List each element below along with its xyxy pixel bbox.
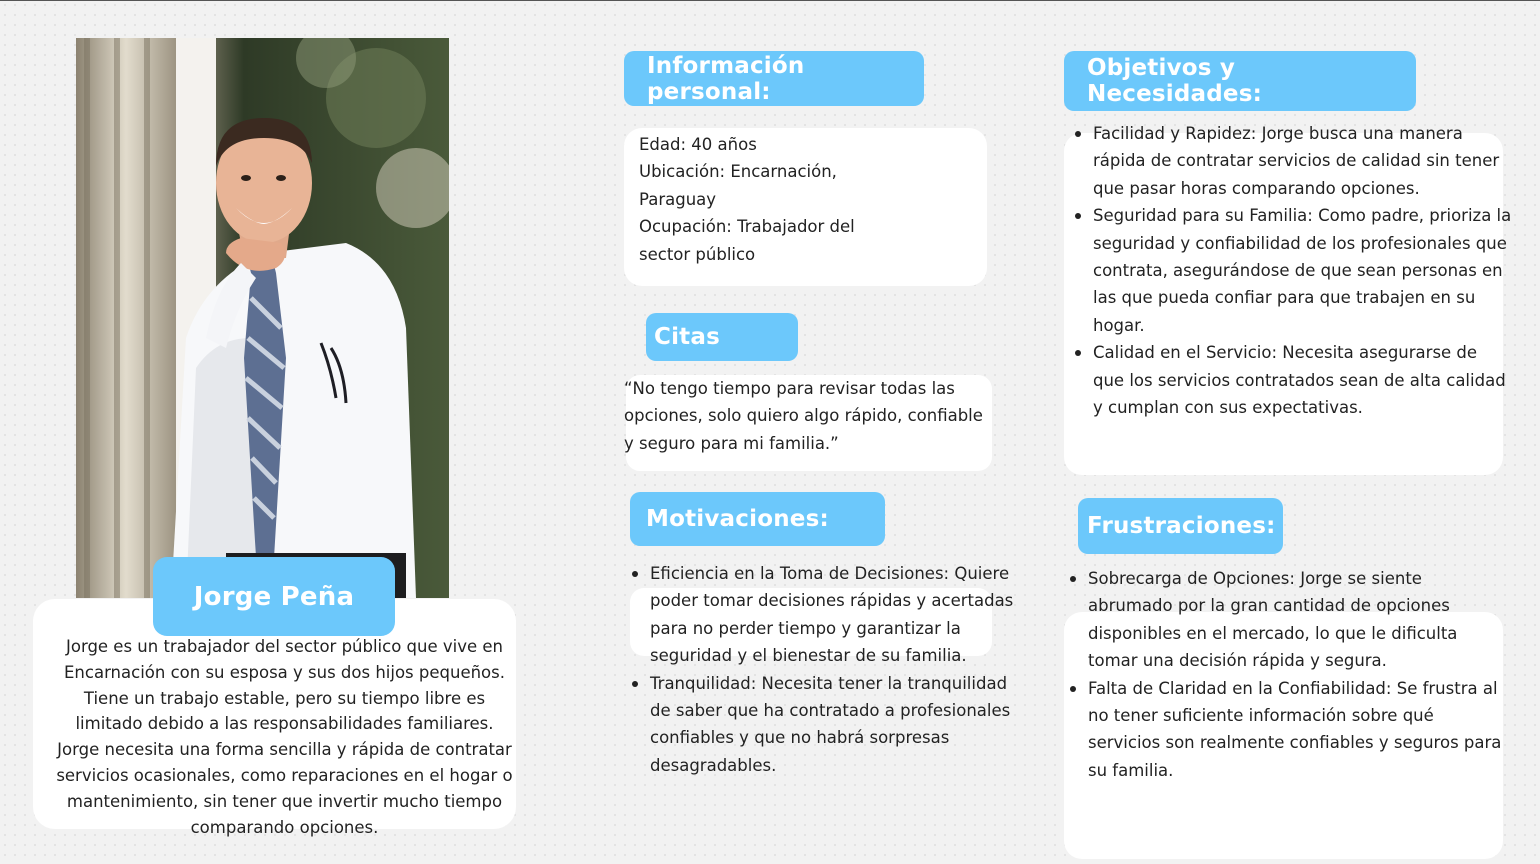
info-line-location-country: Paraguay — [639, 189, 717, 209]
list-item: Sobrecarga de Opciones: Jorge se siente … — [1068, 565, 1508, 675]
info-line-occupation-cont: sector público — [639, 244, 756, 264]
goals-list: Facilidad y Rapidez: Jorge busca una man… — [1073, 120, 1513, 421]
bio-text: Jorge es un trabajador del sector públic… — [56, 637, 513, 837]
personal-info-text: Edad: 40 años Ubicación: Encarnación, Pa… — [639, 131, 939, 268]
info-line-occupation: Ocupación: Trabajador del — [639, 217, 855, 237]
frustrations-list: Sobrecarga de Opciones: Jorge se siente … — [1068, 565, 1508, 784]
frustrations-heading: Frustraciones: — [1078, 498, 1283, 554]
info-line-age: Edad: 40 años — [639, 135, 757, 154]
personal-info-heading: Información personal: — [624, 51, 924, 106]
motivations-list: Eficiencia en la Toma de Decisiones: Qui… — [630, 560, 1015, 779]
persona-photo — [76, 38, 449, 598]
info-line-location: Ubicación: Encarnación, — [639, 162, 837, 182]
persona-name: Jorge Peña — [153, 557, 395, 636]
motivations-heading: Motivaciones: — [630, 492, 885, 546]
quotes-heading: Citas — [646, 313, 798, 361]
list-item: Facilidad y Rapidez: Jorge busca una man… — [1073, 120, 1513, 202]
goals-heading: Objetivos y Necesidades: — [1064, 51, 1416, 111]
quote-text: “No tengo tiempo para revisar todas las … — [624, 379, 983, 453]
list-item: Calidad en el Servicio: Necesita asegura… — [1073, 339, 1513, 421]
list-item: Tranquilidad: Necesita tener la tranquil… — [630, 670, 1015, 780]
list-item: Falta de Claridad en la Confiabilidad: S… — [1068, 675, 1508, 785]
list-item: Eficiencia en la Toma de Decisiones: Qui… — [630, 560, 1015, 670]
list-item: Seguridad para su Familia: Como padre, p… — [1073, 202, 1513, 339]
